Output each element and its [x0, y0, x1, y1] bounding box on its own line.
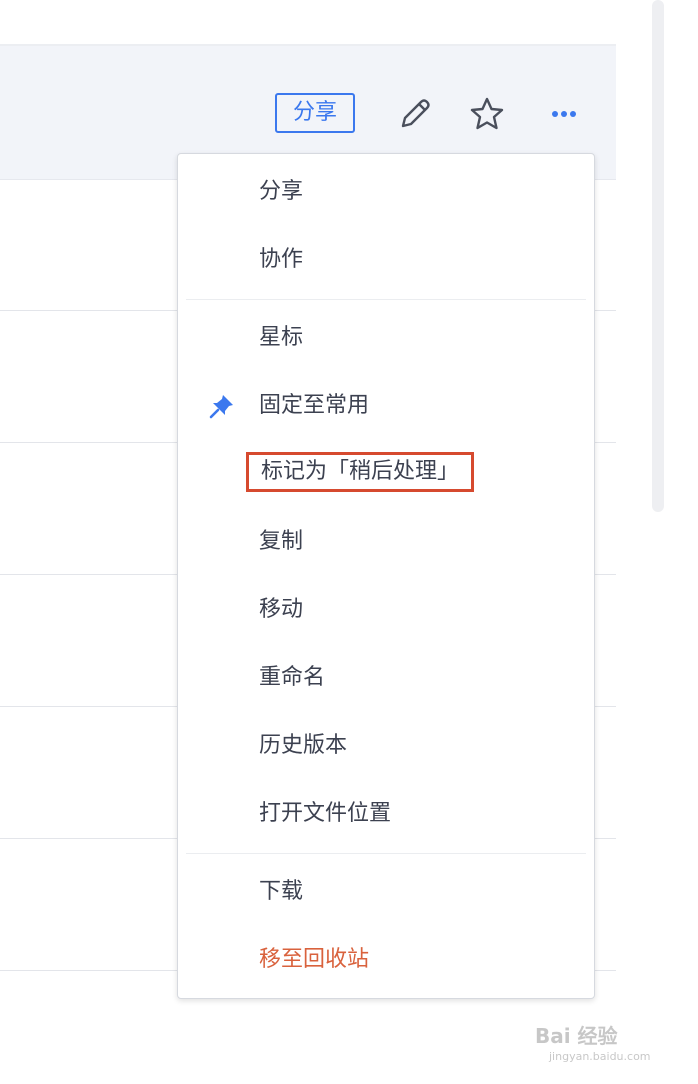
star-icon[interactable]	[469, 96, 505, 132]
menu-item-move[interactable]: 移动	[259, 592, 303, 628]
menu-item-history[interactable]: 历史版本	[259, 728, 347, 764]
menu-divider	[186, 853, 586, 854]
menu-item-open-location[interactable]: 打开文件位置	[259, 796, 391, 832]
menu-item-rename[interactable]: 重命名	[259, 660, 325, 696]
menu-item-mark-later[interactable]: 标记为「稍后处理」	[246, 452, 475, 492]
scrollbar[interactable]	[652, 0, 664, 512]
pin-icon	[209, 395, 233, 419]
share-button[interactable]: 分享	[275, 93, 355, 133]
watermark-url: jingyan.baidu.com	[549, 1050, 651, 1063]
menu-item-trash[interactable]: 移至回收站	[259, 942, 369, 978]
menu-item-star[interactable]: 星标	[259, 320, 303, 356]
menu-item-pin-to-frequent[interactable]: 固定至常用	[259, 388, 369, 424]
menu-item-share[interactable]: 分享	[259, 174, 303, 210]
pencil-icon[interactable]	[397, 96, 433, 132]
menu-item-copy[interactable]: 复制	[259, 524, 303, 560]
menu-divider	[186, 299, 586, 300]
watermark: Bai 经验 jingyan.baidu.com	[535, 1010, 665, 1070]
watermark-text: Bai 经验	[535, 1024, 618, 1048]
menu-item-download[interactable]: 下载	[259, 874, 303, 910]
more-icon[interactable]	[546, 96, 582, 132]
menu-item-collaborate[interactable]: 协作	[259, 242, 303, 278]
context-menu: 分享 协作 星标 固定至常用 标记为「稍后处理」 复制 移动 重命名 历史版本 …	[177, 153, 595, 999]
